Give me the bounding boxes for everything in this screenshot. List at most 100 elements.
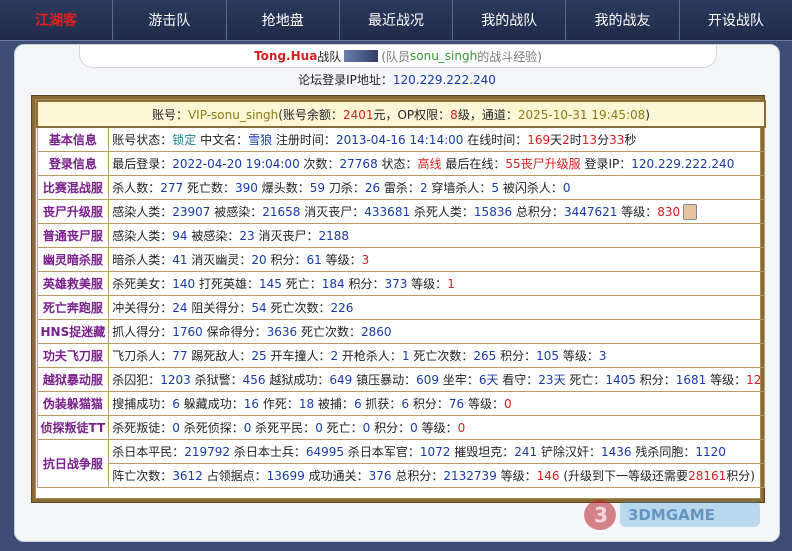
stat-text: 2	[330, 349, 339, 363]
stat-text: 59	[309, 181, 325, 195]
stat-text: 分	[597, 133, 610, 147]
stat-text: 积分)	[726, 469, 755, 483]
stat-text: 次数：	[299, 157, 340, 171]
row-values: 搜捕成功：6 躲藏成功：16 作死：18 被捕：6 抓获：6 积分：76 等级：…	[108, 391, 766, 416]
stat-text: 2860	[361, 325, 392, 339]
stat-text: 被捕：	[314, 397, 354, 411]
stat-text: 277	[160, 181, 184, 195]
row-label: 幽灵暗杀服	[36, 247, 110, 272]
stats-row: 基本信息 账号状态：锁定 中文名：雪狼 注册时间：2013-04-16 14:14…	[36, 126, 766, 152]
nav-item-create-team[interactable]: 开设战队	[680, 0, 792, 40]
stat-text: 26	[364, 181, 381, 195]
stat-text: 3612	[172, 469, 203, 483]
stat-text: 刀杀：	[325, 181, 365, 195]
stat-text: 1436	[601, 445, 632, 459]
nav-item-recent-battles[interactable]: 最近战况	[340, 0, 454, 40]
row-values: 杀日本平民：219792 杀日本士兵：64995 杀日本军官：1072 摧毁坦克…	[108, 439, 766, 464]
stat-text: 23天	[538, 373, 566, 387]
stat-text: 433681	[364, 204, 411, 219]
stat-text: 秒	[624, 133, 637, 147]
row-values: 感染人类：23907 被感染：21658 消灭丧尸：433681 杀死人类：15…	[108, 199, 766, 224]
nav-item-my-team[interactable]: 我的战队	[453, 0, 567, 40]
stat-text: 积分：	[370, 421, 411, 435]
watermark-text: 3DMGAME	[628, 506, 715, 524]
svg-text:3: 3	[594, 503, 608, 527]
stat-text: 2188	[318, 229, 350, 243]
stat-text: 219792	[184, 445, 231, 459]
stat-text: 等级：	[617, 204, 658, 219]
stat-text: 0	[315, 421, 323, 435]
team-banner-image	[344, 50, 379, 62]
stat-text: 杀日本士兵：	[230, 445, 306, 459]
stat-text: 账号状态：	[112, 133, 173, 147]
row-values: 杀死美女：140 打死英雄：145 死亡：184 积分：373 等级：1	[108, 271, 766, 296]
stat-text: 摧毁坦克：	[450, 445, 515, 459]
team-suffix: 战队	[317, 49, 342, 64]
stat-text: 456	[242, 373, 266, 387]
stat-text: 杀死美女：	[112, 277, 173, 291]
stat-text: 1	[447, 277, 455, 291]
row-values: 杀人数：277 死亡数：390 爆头数：59 刀杀：26 雷杀：2 穿墙杀人：5…	[108, 175, 766, 200]
stat-text: 冲关得分：	[112, 301, 173, 315]
stat-text: 中文名：	[196, 133, 249, 147]
stat-text: 64995	[305, 445, 345, 459]
balance-unit: 元，OP权限：	[373, 107, 451, 122]
stat-text: 雷杀：	[380, 181, 420, 195]
account-balance: 2401	[342, 107, 374, 122]
stat-text: 总积分：	[512, 204, 564, 219]
stat-text: 13699	[266, 469, 305, 483]
stat-text: 1760	[172, 325, 203, 339]
stat-text: 开枪杀人：	[338, 349, 402, 363]
stat-text: 死亡次数：	[409, 349, 474, 363]
stats-table: 账号：VIP-sonu_singh(账号余额：2401元，OP权限：8级，通道：…	[36, 100, 766, 488]
row-values: 阵亡次数：3612 占领据点：13699 成功通关：376 总积分：213273…	[108, 463, 766, 488]
member-name[interactable]: sonu_singh	[410, 49, 477, 63]
row-values: 感染人类：94 被感染：23 消灭丧尸：2188	[108, 223, 766, 248]
stat-text: 25	[251, 349, 267, 363]
stat-text: 注册时间：	[272, 133, 336, 147]
stat-text: 1120	[695, 445, 726, 459]
row-label: HNS捉迷藏	[36, 319, 110, 344]
row-label: 基本信息	[36, 126, 110, 152]
row-label: 比赛混战服	[36, 175, 110, 200]
stat-text: 穿墙杀人：	[427, 181, 492, 195]
stat-text: 54	[251, 301, 267, 315]
stat-text: 杀日本平民：	[112, 445, 185, 459]
stat-text: 抓人得分：	[112, 325, 173, 339]
ip-value: 120.229.222.240	[392, 73, 496, 87]
stat-text: 0	[503, 397, 512, 411]
stat-text: 阻关得分：	[187, 301, 252, 315]
stat-text: 看守：	[498, 373, 539, 387]
stat-text: 杀死叛徒：	[112, 421, 173, 435]
nav-item-my-friends[interactable]: 我的战友	[566, 0, 680, 40]
stat-text: 830	[657, 204, 681, 219]
nav-item-guerrilla[interactable]: 游击队	[113, 0, 227, 40]
stat-text: 2132739	[443, 469, 497, 483]
stat-text: 41	[172, 253, 188, 267]
team-name[interactable]: Tong.Hua	[254, 49, 317, 63]
row-values: 暗杀人类：41 消灭幽灵：20 积分：61 等级：3	[108, 247, 766, 272]
row-label: 丧尸升级服	[36, 199, 110, 224]
stat-text: 13	[581, 133, 598, 147]
watermark-logo: 3 3DMGAME	[584, 500, 760, 530]
stat-text: 铲除汉奸：	[537, 445, 602, 459]
stat-text: 61	[306, 253, 322, 267]
stat-text: 265	[473, 349, 497, 363]
stat-text: 死亡次数：	[297, 325, 361, 339]
stats-panel: 账号：VIP-sonu_singh(账号余额：2401元，OP权限：8级，通道：…	[31, 95, 766, 503]
stat-text: 杀囚犯：	[112, 373, 161, 387]
nav-item-territory[interactable]: 抢地盘	[227, 0, 340, 40]
stat-text: 搜捕成功：	[112, 397, 173, 411]
stat-text: 消灭丧尸：	[254, 229, 319, 243]
stat-text: 暗杀人类：	[112, 253, 173, 267]
stat-text: 0	[172, 421, 180, 435]
stats-row-war: 抗日战争服 杀日本平民：219792 杀日本士兵：64995 杀日本军官：1072…	[36, 439, 766, 488]
stat-text: 被感染：	[210, 204, 263, 219]
nav-logo[interactable]: 江湖客	[0, 0, 114, 40]
account-id: VIP-sonu_singh	[187, 107, 279, 122]
stat-text: 阵亡次数：	[112, 469, 173, 483]
team-header: Tong.Hua 战队 (队员 sonu_singh 的战斗经验)	[79, 45, 717, 68]
stat-text: 20	[251, 253, 267, 267]
stat-text: 0	[562, 181, 571, 195]
avatar-icon	[683, 204, 698, 221]
